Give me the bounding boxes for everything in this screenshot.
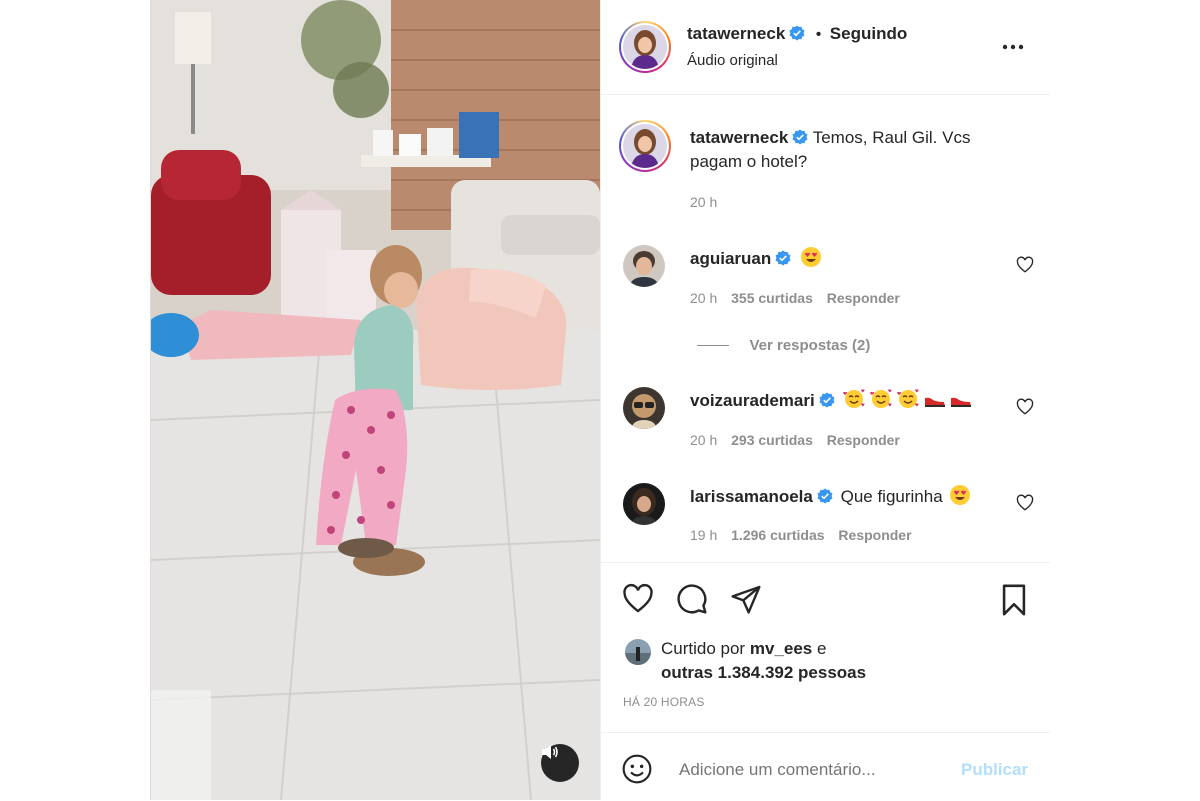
verified-badge-icon [789,25,805,41]
video-frame [151,0,600,800]
comment-meta: 20 h 293 curtidas Responder [690,432,900,448]
sound-toggle-button[interactable] [541,744,579,782]
comment-text: Que figurinha [840,487,943,506]
verified-badge-icon [819,392,835,408]
follow-status-button[interactable]: Seguindo [830,24,907,43]
header-title-row: tatawerneck • Seguindo [687,24,907,44]
post-side-panel: tatawerneck • Seguindo Áudio original ta… [600,0,1050,800]
publish-button[interactable]: Publicar [961,760,1028,780]
smiling-hearts-emoji-icon [843,389,865,408]
save-bookmark-icon[interactable] [997,583,1031,617]
red-shoe-emoji-icon [951,397,972,407]
likes-conj: e [816,639,827,658]
share-paper-plane-icon[interactable] [729,583,763,615]
commenter-avatar[interactable] [623,387,665,429]
smiling-hearts-emoji-icon [870,389,892,408]
post-timestamp[interactable]: HÁ 20 HORAS [623,695,705,709]
caption-line-1: Temos, Raul Gil. Vcs [812,128,971,147]
caption-avatar-ring[interactable] [619,120,671,172]
view-replies-button[interactable]: Ver respostas (2) [697,337,870,355]
verified-badge-icon [817,488,833,504]
smiling-hearts-emoji-icon [896,389,919,408]
reply-button[interactable]: Responder [827,290,900,306]
liker-username[interactable]: mv_ees [750,639,812,658]
caption-time: 20 h [690,194,718,210]
commenter-avatar[interactable] [623,483,665,525]
emoji-picker-icon[interactable] [621,753,653,785]
comment-username[interactable]: voizaurademari [690,391,815,410]
comment-meta: 20 h 355 curtidas Responder [690,290,900,306]
post-video[interactable] [151,0,600,800]
comment-time: 20 h [690,432,718,448]
comment-likes[interactable]: 293 curtidas [731,432,813,448]
comment-bubble-icon[interactable] [675,583,709,615]
heart-eyes-emoji-icon [950,485,971,505]
comment-item: aguiaruan [690,246,822,271]
comment-like-heart-icon[interactable] [1016,494,1034,512]
comment-username[interactable]: larissamanoela [690,487,813,506]
comment-likes[interactable]: 355 curtidas [731,290,813,306]
likes-others-link[interactable]: outras 1.384.392 pessoas [661,663,866,682]
comment-emojis [843,389,972,410]
commenter-avatar[interactable] [623,245,665,287]
comment-like-heart-icon[interactable] [1016,256,1034,274]
verified-badge-icon [775,250,791,266]
audio-link[interactable]: Áudio original [687,52,778,69]
comment-time: 19 h [690,527,718,543]
post-actions: Curtido por mv_ees e outras 1.384.392 pe… [601,562,1050,733]
more-options-button[interactable] [1001,38,1025,61]
author-avatar-ring[interactable] [619,21,671,73]
heart-eyes-emoji-icon [800,247,821,267]
verified-badge-icon [792,129,808,145]
post-header: tatawerneck • Seguindo Áudio original [601,0,1050,95]
comment-input-bar: Publicar [601,732,1050,801]
caption-author[interactable]: tatawerneck [690,128,788,147]
caption-avatar [623,124,667,168]
comment-like-heart-icon[interactable] [1016,398,1034,416]
more-dots-icon [1002,44,1024,50]
comment-item: voizaurademari [690,388,972,413]
header-separator: • [815,26,822,43]
reply-button[interactable]: Responder [827,432,900,448]
liker-avatar[interactable] [625,639,651,665]
comment-time: 20 h [690,290,718,306]
like-heart-icon[interactable] [621,583,655,615]
reply-button[interactable]: Responder [838,527,911,543]
author-avatar [623,25,667,69]
comment-likes[interactable]: 1.296 curtidas [731,527,824,543]
speaker-icon [542,745,558,759]
caption-text: tatawerneck Temos, Raul Gil. Vcs pagam o… [690,126,1010,174]
comment-input[interactable] [677,755,951,785]
comment-item: larissamanoela Que figurinha [690,484,971,509]
likes-summary: Curtido por mv_ees e outras 1.384.392 pe… [661,637,866,685]
red-shoe-emoji-icon [924,397,945,407]
comment-meta: 19 h 1.296 curtidas Responder [690,527,912,543]
comment-username[interactable]: aguiaruan [690,249,771,268]
instagram-post: tatawerneck • Seguindo Áudio original ta… [150,0,1050,800]
likes-prefix: Curtido por [661,639,746,658]
caption-line-2: pagam o hotel? [690,152,808,171]
view-replies-label: Ver respostas (2) [749,337,871,354]
replies-divider [697,345,729,347]
author-username[interactable]: tatawerneck [687,24,785,43]
